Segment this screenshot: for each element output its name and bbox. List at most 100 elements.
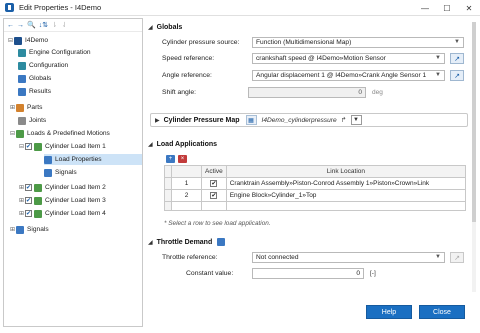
tree-item-joints[interactable]: Joints (18, 115, 46, 126)
table-row[interactable]: 2 ✔ Engine Block»Cylinder_1»Top (164, 189, 467, 202)
delete-row-icon[interactable]: × (178, 155, 187, 163)
collapse-section-icon[interactable]: ◢ (148, 24, 153, 31)
active-cell[interactable]: ✔ (201, 177, 227, 190)
section-title: Throttle Demand (156, 238, 213, 246)
tree-item-parts[interactable]: ⊞ Parts (9, 102, 42, 113)
tree-item-signals-root[interactable]: ⊞ Signals (9, 224, 49, 235)
map-icon[interactable]: ▦ (245, 115, 257, 125)
tree-item-globals[interactable]: Globals (18, 73, 51, 84)
cylinder-load-icon (34, 142, 42, 151)
move-up-icon[interactable]: ⇃ (61, 21, 68, 30)
expand-icon[interactable]: ⊞ (18, 197, 25, 204)
collapse-icon[interactable]: ⊟ (7, 37, 14, 44)
results-icon (18, 87, 26, 96)
minimize-button[interactable]: — (414, 0, 436, 16)
link-location-cell[interactable]: Cranktrain Assembly»Piston-Conrod Assemb… (225, 177, 467, 190)
enabled-checkbox[interactable]: ✔ (25, 143, 32, 150)
tree-item-engine-configuration[interactable]: Engine Configuration (18, 47, 91, 58)
loads-icon (16, 129, 24, 138)
expand-icon[interactable]: ⊞ (18, 184, 25, 191)
enabled-checkbox[interactable]: ✔ (25, 210, 32, 217)
tree-item-label: Cylinder Load Item 3 (45, 197, 106, 204)
active-cell[interactable] (201, 201, 227, 211)
active-checkbox[interactable]: ✔ (210, 180, 218, 188)
tree-item-cylinder-load-4[interactable]: ⊞ ✔ Cylinder Load Item 4 (18, 208, 106, 219)
shift-angle-input[interactable]: 0 (248, 87, 366, 98)
forward-arrow-icon[interactable]: → (17, 21, 24, 30)
expand-icon[interactable]: ⊞ (18, 210, 25, 217)
title-bar: Edit Properties - I4Demo — ☐ ✕ (0, 0, 480, 16)
collapse-section-icon[interactable]: ◢ (148, 141, 153, 148)
active-checkbox[interactable]: ✔ (210, 192, 218, 200)
chevron-down-icon: ▼ (435, 72, 441, 78)
table-row[interactable]: 1 ✔ Cranktrain Assembly»Piston-Conrod As… (164, 177, 467, 190)
model-tree-panel: ← → 🔍 ↓⇅ ⇂ ⇃ ⊟ I4Demo Engine Configurati… (3, 18, 143, 327)
section-title: Globals (156, 24, 183, 31)
collapse-section-icon[interactable]: ◢ (148, 239, 153, 246)
help-button[interactable]: Help (366, 305, 412, 319)
link-location-cell[interactable]: Engine Block»Cylinder_1»Top (225, 189, 467, 202)
cylinder-load-icon (34, 209, 42, 218)
tree-item-label: Parts (27, 104, 43, 111)
collapse-icon[interactable]: ⊟ (18, 143, 25, 150)
tree-item-signals-1[interactable]: Signals (44, 167, 77, 178)
link-arrow-icon[interactable]: ↱ (341, 116, 347, 124)
table-corner (164, 165, 172, 178)
tree-item-cylinder-load-2[interactable]: ⊞ ✔ Cylinder Load Item 2 (18, 182, 106, 193)
tree-item-cylinder-load-1[interactable]: ⊟ ✔ Cylinder Load Item 1 (18, 141, 106, 152)
link-location-cell[interactable] (225, 201, 467, 211)
row-selector[interactable] (164, 189, 172, 202)
pressure-map-dropdown-button[interactable]: ▼ (350, 115, 362, 125)
search-icon[interactable]: 🔍 (27, 21, 36, 30)
angle-reference-link-button[interactable]: ↗ (450, 70, 464, 81)
close-button[interactable]: Close (419, 305, 465, 319)
tree-item-load-properties[interactable]: Load Properties (44, 154, 142, 165)
angle-reference-label: Angle reference: (162, 72, 212, 79)
globals-section-header[interactable]: ◢ Globals (148, 24, 182, 31)
move-down-icon[interactable]: ⇂ (51, 21, 58, 30)
throttle-reference-label: Throttle reference: (162, 254, 218, 261)
throttle-reference-select[interactable]: Not connected ▼ (252, 252, 445, 263)
tree-item-results[interactable]: Results (18, 86, 51, 97)
sort-icon[interactable]: ↓⇅ (39, 21, 48, 30)
tree-item-cylinder-load-3[interactable]: ⊞ ✔ Cylinder Load Item 3 (18, 195, 106, 206)
tree-item-i4demo[interactable]: ⊟ I4Demo (7, 35, 48, 46)
tree-item-label: Results (29, 88, 51, 95)
expand-icon[interactable]: ⊞ (9, 226, 16, 233)
expand-section-icon[interactable]: ▶ (155, 117, 160, 124)
constant-value-input[interactable]: 0 (252, 268, 364, 279)
close-window-button[interactable]: ✕ (458, 0, 480, 16)
throttle-reference-link-button[interactable]: ↗ (450, 252, 464, 263)
row-number: 2 (171, 189, 202, 202)
expand-icon[interactable]: ⊞ (9, 104, 16, 111)
add-row-icon[interactable]: + (166, 155, 175, 163)
speed-reference-select[interactable]: crankshaft speed @ I4Demo»Motion Sensor … (252, 53, 445, 64)
speed-reference-link-button[interactable]: ↗ (450, 53, 464, 64)
shift-angle-unit: deg (372, 89, 383, 96)
pressure-source-select[interactable]: Function (Multidimensional Map) ▼ (252, 37, 464, 48)
engine-icon (18, 48, 26, 57)
enabled-checkbox[interactable]: ✔ (25, 197, 32, 204)
collapse-icon[interactable]: ⊟ (9, 130, 16, 137)
properties-panel: ◢ Globals Cylinder pressure source: Func… (148, 22, 472, 294)
throttle-demand-section-header[interactable]: ◢ Throttle Demand (148, 238, 228, 246)
chevron-down-icon: ▼ (435, 55, 441, 61)
row-selector[interactable] (164, 177, 172, 190)
model-icon (14, 36, 22, 45)
throttle-signal-icon (217, 238, 226, 246)
maximize-button[interactable]: ☐ (436, 0, 458, 16)
chevron-down-icon: ▼ (435, 254, 441, 260)
back-arrow-icon[interactable]: ← (7, 21, 14, 30)
angle-reference-select[interactable]: Angular displacement 1 @ I4Demo»Crank An… (252, 70, 445, 81)
properties-scrollbar[interactable] (472, 22, 476, 292)
tree-item-loads-predefined-motions[interactable]: ⊟ Loads & Predefined Motions (9, 128, 110, 139)
signals-icon (44, 168, 52, 177)
enabled-checkbox[interactable]: ✔ (25, 184, 32, 191)
active-cell[interactable]: ✔ (201, 189, 227, 202)
table-new-row[interactable] (164, 201, 467, 211)
load-applications-section-header[interactable]: ◢ Load Applications (148, 141, 217, 148)
scrollbar-thumb[interactable] (472, 22, 476, 222)
row-selector[interactable] (164, 201, 172, 211)
tree-item-label: Cylinder Load Item 4 (45, 210, 106, 217)
tree-item-configuration[interactable]: Configuration (18, 60, 68, 71)
